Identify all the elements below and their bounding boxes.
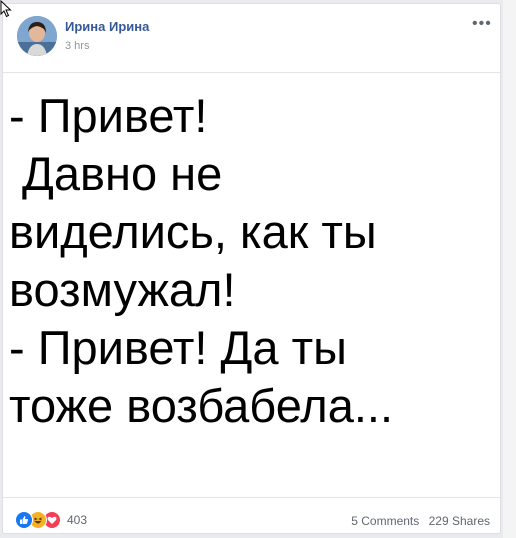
author-avatar[interactable] <box>17 16 57 56</box>
reactions-summary[interactable]: 403 <box>15 511 87 529</box>
meme-line: - Привет! Да ты <box>9 321 347 374</box>
like-reaction-icon <box>15 511 33 529</box>
post-image[interactable]: - Привет! Давно не виделись, как ты возм… <box>3 72 500 498</box>
post-header: Ирина Ирина 3 hrs ••• <box>15 16 491 58</box>
meme-text: - Привет! Давно не виделись, как ты возм… <box>9 87 497 435</box>
meme-line: - Привет! <box>9 89 208 142</box>
comments-link[interactable]: 5 Comments <box>351 514 419 528</box>
post-footer: 403 5 Comments 229 Shares <box>3 504 500 534</box>
meme-line: Давно не <box>9 147 223 200</box>
more-icon[interactable]: ••• <box>472 16 491 32</box>
meme-line: возмужал! <box>9 263 236 316</box>
post-timestamp[interactable]: 3 hrs <box>65 40 89 52</box>
author-name[interactable]: Ирина Ирина <box>65 19 149 34</box>
page-scrollbar[interactable] <box>503 0 516 538</box>
cursor-icon <box>0 0 12 18</box>
post-card: Ирина Ирина 3 hrs ••• - Привет! Давно не… <box>2 3 501 534</box>
post-stats: 5 Comments 229 Shares <box>345 514 490 528</box>
meme-line: тоже возбабела... <box>9 379 394 432</box>
shares-link[interactable]: 229 Shares <box>429 514 490 528</box>
reaction-count: 403 <box>67 513 88 527</box>
meme-line: виделись, как ты <box>9 205 377 258</box>
